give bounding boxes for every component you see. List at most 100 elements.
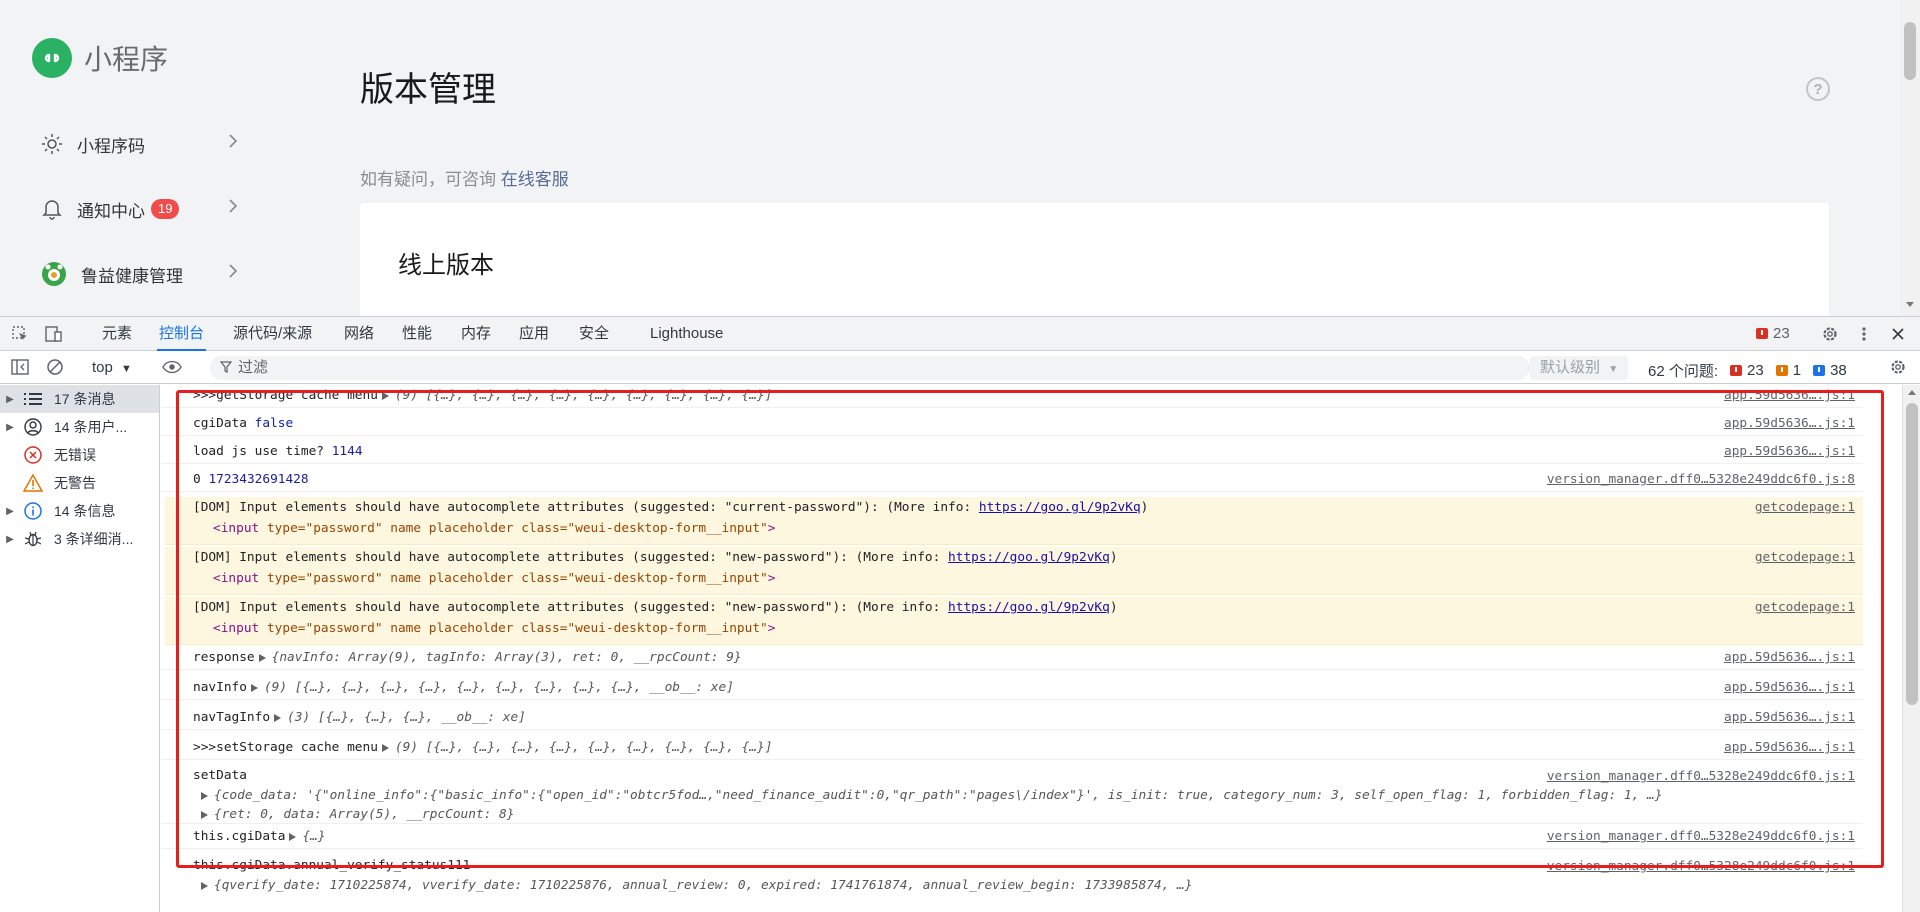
help-icon[interactable]: ? (1806, 77, 1830, 101)
tab-network[interactable]: 网络 (342, 317, 376, 351)
log-source-link[interactable]: getcodepage:1 (1755, 497, 1855, 519)
scrollbar-thumb[interactable] (1906, 403, 1918, 705)
tab-security[interactable]: 安全 (577, 317, 611, 351)
sidebar-item-verbose[interactable]: ▶ 3 条详细消... (0, 525, 159, 553)
expand-arrow-icon[interactable] (250, 683, 258, 692)
log-source-link[interactable]: app.59d5636….js:1 (1724, 647, 1855, 669)
tab-performance[interactable]: 性能 (400, 317, 434, 351)
log-preview[interactable]: (9) [{…}, {…}, {…}, {…}, {…}, {…}, {…}, … (395, 740, 773, 755)
log-source-link[interactable]: version_manager.dff0…5328e249ddc6f0.js:8 (1547, 469, 1855, 491)
expand-arrow-icon[interactable] (274, 713, 282, 722)
log-source-link[interactable]: app.59d5636….js:1 (1724, 677, 1855, 699)
online-service-link[interactable]: 在线客服 (501, 170, 569, 189)
issues-warnings: 1 (1792, 362, 1802, 379)
log-close: ) (1109, 550, 1118, 565)
html-attrs[interactable]: type="password" name placeholder class="… (267, 571, 768, 586)
console-scrollbar[interactable] (1902, 385, 1920, 912)
html-attrs[interactable]: type="password" name placeholder class="… (267, 621, 768, 636)
tab-memory[interactable]: 内存 (459, 317, 493, 351)
log-source-link[interactable]: version_manager.dff0…5328e249ddc6f0.js:1 (1547, 856, 1855, 878)
sidebar-item-warnings[interactable]: 无警告 (0, 469, 159, 497)
settings-gear-icon[interactable] (1820, 325, 1840, 343)
card-title: 线上版本 (398, 252, 494, 279)
tab-lighthouse[interactable]: Lighthouse (648, 317, 725, 351)
tab-application[interactable]: 应用 (517, 317, 551, 351)
filter-input[interactable]: 过滤 (210, 356, 1530, 380)
log-preview[interactable]: (9) [{…}, {…}, {…}, {…}, {…}, {…}, {…}, … (395, 388, 773, 403)
log-object-preview[interactable]: {qverify_date: 1710225874, vverify_date:… (214, 878, 1192, 893)
console-row: cgiData false app.59d5636….js:1 (161, 413, 1863, 436)
log-message: [DOM] Input elements should have autocom… (193, 600, 949, 615)
expand-arrow-icon[interactable]: ▶ (0, 506, 20, 517)
log-source-link[interactable]: version_manager.dff0…5328e249ddc6f0.js:1 (1547, 826, 1855, 848)
expand-arrow-icon[interactable] (381, 743, 389, 752)
more-info-link[interactable]: https://goo.gl/9p2vKq (948, 550, 1110, 565)
issues-counter[interactable]: 62 个问题: 23 1 38 (1648, 360, 1847, 381)
log-source-link[interactable]: app.59d5636….js:1 (1724, 385, 1855, 407)
console-settings-gear-icon[interactable] (1888, 358, 1908, 376)
log-prefix: this.cgiData.annual_verify_status111 (193, 858, 471, 873)
expand-arrow-icon[interactable] (201, 810, 208, 819)
scroll-down-icon[interactable] (1906, 302, 1914, 307)
log-source-link[interactable]: app.59d5636….js:1 (1724, 413, 1855, 435)
sidebar-toggle-icon[interactable] (10, 358, 30, 376)
console-row: load js use time? 1144 app.59d5636….js:1 (161, 441, 1863, 464)
log-preview[interactable]: {navInfo: Array(9), tagInfo: Array(3), r… (272, 650, 742, 665)
warning-flag-icon (1775, 365, 1788, 376)
scrollbar-thumb[interactable] (1904, 22, 1916, 80)
sidebar-item-messages[interactable]: ▶ 17 条消息 (0, 385, 159, 413)
expand-arrow-icon[interactable] (201, 881, 208, 890)
expand-arrow-icon[interactable]: ▶ (0, 394, 20, 405)
log-preview[interactable]: (3) [{…}, {…}, {…}, __ob__: xe] (287, 710, 526, 725)
nav-label: 鲁益健康管理 (81, 266, 183, 286)
more-options-icon[interactable] (1854, 325, 1874, 343)
expand-arrow-icon[interactable] (201, 791, 208, 800)
close-icon[interactable] (1888, 325, 1908, 343)
info-flag-icon (1813, 365, 1826, 376)
log-source-link[interactable]: getcodepage:1 (1755, 597, 1855, 619)
clear-console-icon[interactable] (45, 358, 65, 376)
expand-arrow-icon[interactable]: ▶ (0, 422, 20, 433)
log-source-link[interactable]: app.59d5636….js:1 (1724, 441, 1855, 463)
console-row: this.cgiData.annual_verify_status111 {qv… (161, 856, 1863, 900)
html-attrs[interactable]: type="password" name placeholder class="… (267, 521, 768, 536)
log-preview[interactable]: {…} (302, 829, 325, 844)
nav-item-qrcode[interactable]: 小程序码 (40, 129, 240, 159)
log-prefix: this.cgiData (193, 829, 286, 844)
tab-console[interactable]: 控制台 (157, 317, 207, 351)
error-count-button[interactable]: 23 (1756, 325, 1790, 342)
device-toolbar-icon[interactable] (44, 325, 64, 343)
sun-icon (40, 132, 64, 156)
warning-icon (20, 473, 46, 493)
live-expression-eye-icon[interactable] (162, 358, 182, 376)
tab-elements[interactable]: 元素 (100, 317, 134, 351)
expand-arrow-icon[interactable] (258, 653, 266, 662)
log-source-link[interactable]: getcodepage:1 (1755, 547, 1855, 569)
error-icon (20, 445, 46, 465)
log-source-link[interactable]: version_manager.dff0…5328e249ddc6f0.js:1 (1547, 766, 1855, 788)
nav-item-account[interactable]: 鲁益健康管理 (40, 259, 240, 289)
log-object-preview[interactable]: {ret: 0, data: Array(5), __rpcCount: 8} (214, 807, 514, 822)
sidebar-item-user-messages[interactable]: ▶ 14 条用户... (0, 413, 159, 441)
log-source-link[interactable]: app.59d5636….js:1 (1724, 707, 1855, 729)
context-select[interactable]: top ▼ (92, 359, 132, 376)
logo[interactable]: 小程序 (32, 38, 168, 78)
sidebar-item-errors[interactable]: 无错误 (0, 441, 159, 469)
log-object-preview[interactable]: {code_data: '{"online_info":{"basic_info… (214, 788, 1662, 803)
expand-arrow-icon[interactable] (381, 391, 389, 400)
inspect-element-icon[interactable] (10, 325, 30, 343)
nav-item-notifications[interactable]: 通知中心 19 (40, 194, 240, 224)
log-levels-dropdown[interactable]: 默认级别 ▼ (1530, 356, 1629, 380)
more-info-link[interactable]: https://goo.gl/9p2vKq (948, 600, 1110, 615)
log-source-link[interactable]: app.59d5636….js:1 (1724, 737, 1855, 759)
log-prefix: >>>getStorage cache menu (193, 388, 378, 403)
expand-arrow-icon[interactable]: ▶ (0, 534, 20, 545)
sidebar-item-info[interactable]: ▶ 14 条信息 (0, 497, 159, 525)
log-preview[interactable]: (9) [{…}, {…}, {…}, {…}, {…}, {…}, {…}, … (264, 680, 734, 695)
more-info-link[interactable]: https://goo.gl/9p2vKq (979, 500, 1141, 515)
logo-text: 小程序 (84, 44, 169, 75)
expand-arrow-icon[interactable] (289, 832, 297, 841)
tab-sources[interactable]: 源代码/来源 (231, 317, 314, 351)
page-scrollbar[interactable] (1900, 0, 1920, 316)
scroll-up-icon[interactable] (1908, 390, 1916, 395)
